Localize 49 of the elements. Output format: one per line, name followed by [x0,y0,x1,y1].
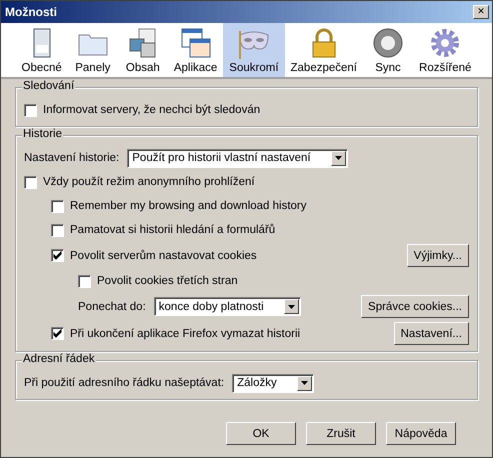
dialog-button[interactable]: OK [226,422,296,445]
checkbox[interactable] [51,200,64,212]
settings-button[interactable]: Nastavení... [394,322,469,345]
select-label: Při použití adresního řádku našeptávat: [24,377,224,389]
toolbar-tab[interactable]: Sync [363,23,414,77]
caret-icon [300,381,308,385]
toolbar-tab[interactable]: Zabezpečení [284,23,364,77]
group-title: Historie [22,128,63,140]
checkbox[interactable] [51,327,64,340]
toolbar-tab[interactable]: Aplikace [168,23,224,77]
dropdown[interactable]: konce doby platnosti [154,297,301,316]
dropdown[interactable]: Záložky [232,374,314,392]
select-label: Ponechat do: [78,300,146,312]
caret-icon [334,156,342,160]
checkbox-label: Pamatovat si historii hledání a formulářů [70,224,276,236]
caret-icon [288,304,295,308]
toolbar-tab[interactable]: Obsah [118,23,168,77]
checkbox-label: Remember my browsing and download history [70,200,306,212]
checkbox-label: Při ukončení aplikace Firefox vymazat historii [70,328,300,340]
toolbar-tab[interactable]: Obecné [16,23,68,77]
toolbar-tab[interactable]: Soukromí [223,23,285,77]
dropdown-value: konce doby platnosti [158,300,265,312]
group-title: Sledování [22,80,76,92]
checkbox-label: Povolit cookies třetích stran [97,275,238,287]
dropdown-value: Záložky [237,377,278,389]
windows-icon [180,27,212,59]
gear-icon [429,27,462,59]
dropdown-value: Použít pro historii vlastní nastavení [132,152,312,164]
dialog-button[interactable]: Nápověda [386,422,456,445]
settings-button[interactable]: Správce cookies... [361,295,469,318]
toolbar-tab[interactable]: Panely [68,23,118,77]
checkbox-label: Vždy použít režim anonymního prohlížení [43,176,255,188]
window-title: Možnosti [5,5,57,19]
checkbox[interactable] [51,224,64,236]
checkbox[interactable] [24,104,37,116]
checkbox[interactable] [24,176,37,188]
checkbox-label: Informovat servery, že nechci být sledován [43,104,260,116]
checkmark-icon [53,329,62,338]
select-label: Nastavení historie: [24,152,120,164]
toolbar-tab[interactable]: Rozšířené [413,23,478,77]
checkbox[interactable] [78,274,91,288]
group-title: Adresní řádek [22,353,96,365]
checkbox[interactable] [51,249,64,262]
close-button[interactable]: ✕ [473,5,489,19]
dropdown[interactable]: Použít pro historii vlastní nastavení [127,148,348,168]
settings-button[interactable]: Výjimky... [406,244,469,267]
dialog-button[interactable]: Zrušit [306,422,376,445]
checkmark-icon [53,251,62,260]
checkbox-label: Povolit serverům nastavovat cookies [70,250,257,262]
